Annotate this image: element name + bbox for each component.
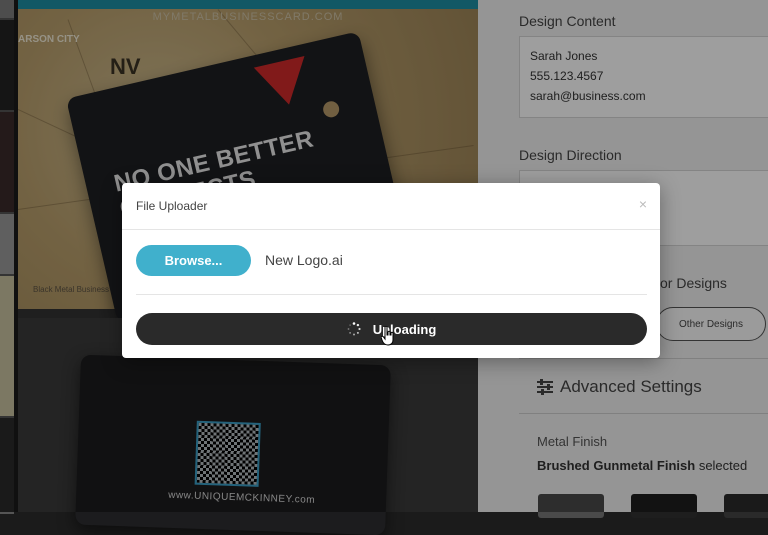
hand-cursor-icon: [381, 326, 394, 346]
browse-button[interactable]: Browse...: [136, 245, 251, 276]
dialog-title: File Uploader: [136, 199, 208, 213]
dialog-header: File Uploader ×: [122, 183, 660, 230]
spinner-icon: [347, 322, 361, 336]
divider: [136, 294, 647, 295]
close-icon[interactable]: ×: [639, 196, 647, 212]
selected-file-name: New Logo.ai: [265, 252, 343, 268]
